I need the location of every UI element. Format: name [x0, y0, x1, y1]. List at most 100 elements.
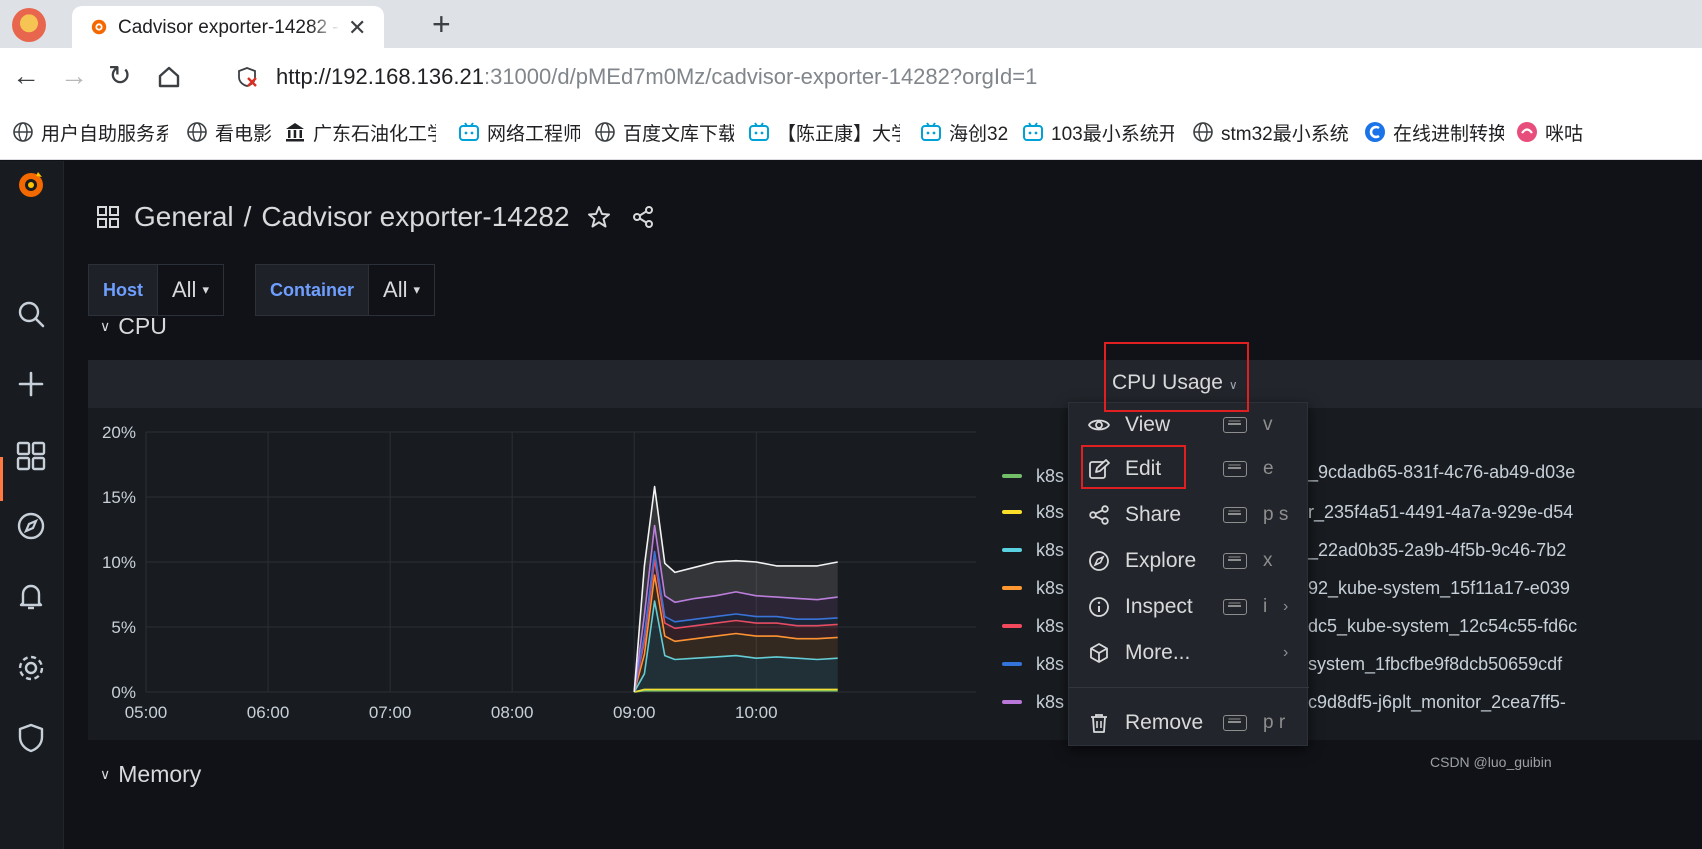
row-memory-title: Memory [118, 761, 202, 787]
x-tick-label: 09:00 [613, 703, 656, 722]
bookmark-label: 103最小系统开 [1051, 123, 1174, 145]
legend-series-name: dc5_kube-system_12c54c55-fd6c [1308, 616, 1578, 636]
bookmark-7[interactable]: 103最小系统开 [1022, 120, 1174, 144]
bookmark-3[interactable]: 网络工程师 [458, 120, 580, 144]
address-host: http://192.168.136.21 [276, 64, 484, 89]
search-icon[interactable] [14, 297, 48, 331]
x-tick-label: 10:00 [735, 703, 778, 722]
menu-item-share[interactable]: Share p s [1069, 493, 1329, 537]
home-icon[interactable] [156, 64, 182, 90]
share-icon[interactable] [630, 204, 656, 230]
compass-icon [1087, 549, 1111, 573]
bookmark-6[interactable]: 海创32 [920, 120, 1012, 144]
bookmark-4[interactable]: 百度文库下载 [594, 120, 734, 144]
bookmark-5[interactable]: 【陈正康】大学 [748, 120, 900, 144]
new-tab-button[interactable]: + [432, 6, 451, 42]
bookmark-label: stm32最小系统 [1221, 123, 1349, 145]
menu-item-shortcut: i [1263, 596, 1268, 617]
highlight-box-edit [1081, 445, 1186, 489]
back-button[interactable]: ← [12, 58, 40, 94]
menu-item-shortcut: e [1263, 458, 1274, 479]
menu-item-shortcut: p s [1263, 504, 1289, 525]
dashboards-icon[interactable] [14, 439, 48, 473]
menu-item-inspect[interactable]: Inspect i › [1069, 585, 1329, 629]
x-axis: 05:00 06:00 07:00 08:00 09:00 10:00 [125, 703, 778, 722]
bookmark-label: 网络工程师 [487, 123, 580, 145]
bilibili-icon [748, 121, 770, 143]
bilibili-icon [458, 121, 480, 143]
legend-label: k8s [1036, 691, 1065, 712]
dashboard-top-nav: General / Cadvisor exporter-14282 [96, 197, 656, 237]
menu-item-shortcut: x [1263, 550, 1273, 571]
legend-label: k8s [1036, 465, 1065, 486]
legend-series-name: r_235f4a51-4491-4a7a-929e-d54 [1308, 502, 1574, 522]
variable-host-value: All [172, 277, 197, 302]
profile-avatar[interactable] [12, 8, 46, 42]
bookmark-1[interactable]: 看电影 [186, 120, 276, 144]
cube-icon [1087, 641, 1111, 665]
shield-icon[interactable] [14, 721, 48, 755]
globe-icon [186, 121, 208, 143]
grafana-logo-icon[interactable] [14, 167, 48, 201]
plus-icon[interactable] [14, 367, 48, 401]
row-cpu[interactable]: ∨ CPU [100, 313, 167, 340]
forward-button[interactable]: → [60, 58, 88, 94]
page-title[interactable]: Cadvisor exporter-14282 [261, 201, 569, 233]
reload-button[interactable]: ↻ [108, 58, 131, 94]
info-icon [1087, 595, 1111, 619]
bookmark-10[interactable]: 咪咕 [1516, 120, 1702, 144]
browser-tab-active[interactable]: Cadvisor exporter-14282 - Grafana ✕ [72, 6, 384, 48]
menu-item-label: Share [1125, 503, 1182, 526]
menu-item-label: Remove [1125, 711, 1204, 734]
compass-icon[interactable] [14, 509, 48, 543]
y-tick-label: 5% [111, 618, 136, 637]
variable-container-select[interactable]: All ▾ [369, 264, 435, 316]
pink-logo-icon [1516, 121, 1538, 143]
legend-series-name: _9cdadb65-831f-4c76-ab49-d03e [1308, 462, 1576, 482]
x-tick-label: 05:00 [125, 703, 168, 722]
menu-item-label: More... [1125, 641, 1191, 664]
watermark: CSDN @luo_guibin [1430, 754, 1552, 770]
bookmark-8[interactable]: stm32最小系统 [1192, 120, 1352, 144]
share-icon [1087, 503, 1111, 527]
dashboards-grid-icon [97, 206, 119, 228]
address-bar[interactable]: http://192.168.136.21:31000/d/pMEd7m0Mz/… [228, 56, 1702, 96]
menu-item-explore[interactable]: Explore x [1069, 539, 1329, 583]
y-tick-label: 15% [102, 488, 136, 507]
star-icon[interactable] [586, 204, 612, 230]
trash-icon [1087, 711, 1111, 735]
menu-item-more[interactable]: More... › [1069, 631, 1329, 675]
bookmark-9[interactable]: 在线进制转换 [1364, 120, 1504, 144]
keyboard-icon [1223, 417, 1247, 433]
bookmark-0[interactable]: 用户自助服务系 [12, 120, 168, 144]
bell-icon[interactable] [14, 579, 48, 613]
row-memory[interactable]: ∨ Memory [100, 761, 201, 788]
cpu-usage-chart: 0% 5% 10% 15% 20% 05:00 06:00 07:00 08:00 09:00 1… [102, 423, 976, 722]
keyboard-icon [1223, 715, 1247, 731]
menu-item-label: Explore [1125, 549, 1197, 572]
variable-container-value: All [383, 277, 408, 302]
variable-host: Host All ▾ [88, 264, 224, 316]
breadcrumb-folder[interactable]: General [134, 201, 234, 233]
y-axis: 0% 5% 10% 15% 20% [102, 423, 136, 702]
legend-series-name: c9d8df5-j6plt_monitor_2cea7ff5- [1308, 692, 1566, 712]
grafana-favicon-icon [91, 19, 107, 35]
bookmark-label: 【陈正康】大学 [777, 123, 900, 145]
not-secure-icon[interactable] [236, 66, 258, 88]
gear-icon[interactable] [14, 651, 48, 685]
bookmark-2[interactable]: 广东石油化工学 [284, 120, 436, 144]
variable-host-select[interactable]: All ▾ [158, 264, 224, 316]
legend-series-name: _22ad0b35-2a9b-4f5b-9c46-7b2 [1308, 540, 1567, 560]
browser-tab-bar: Cadvisor exporter-14282 - Grafana ✕ + [0, 0, 1702, 48]
tab-close-icon[interactable]: ✕ [348, 15, 366, 41]
bookmark-label: 咪咕 [1545, 123, 1584, 145]
keyboard-icon [1223, 461, 1247, 477]
chevron-down-icon: ∨ [100, 766, 111, 782]
chevron-right-icon: › [1283, 598, 1289, 615]
sidebar [0, 161, 64, 849]
panel-header[interactable] [88, 360, 1702, 408]
highlight-box-panel-title [1104, 342, 1249, 412]
chevron-down-icon: ▾ [413, 282, 420, 297]
menu-item-remove[interactable]: Remove p r [1069, 701, 1329, 745]
bookmark-label: 用户自助服务系 [41, 123, 168, 145]
